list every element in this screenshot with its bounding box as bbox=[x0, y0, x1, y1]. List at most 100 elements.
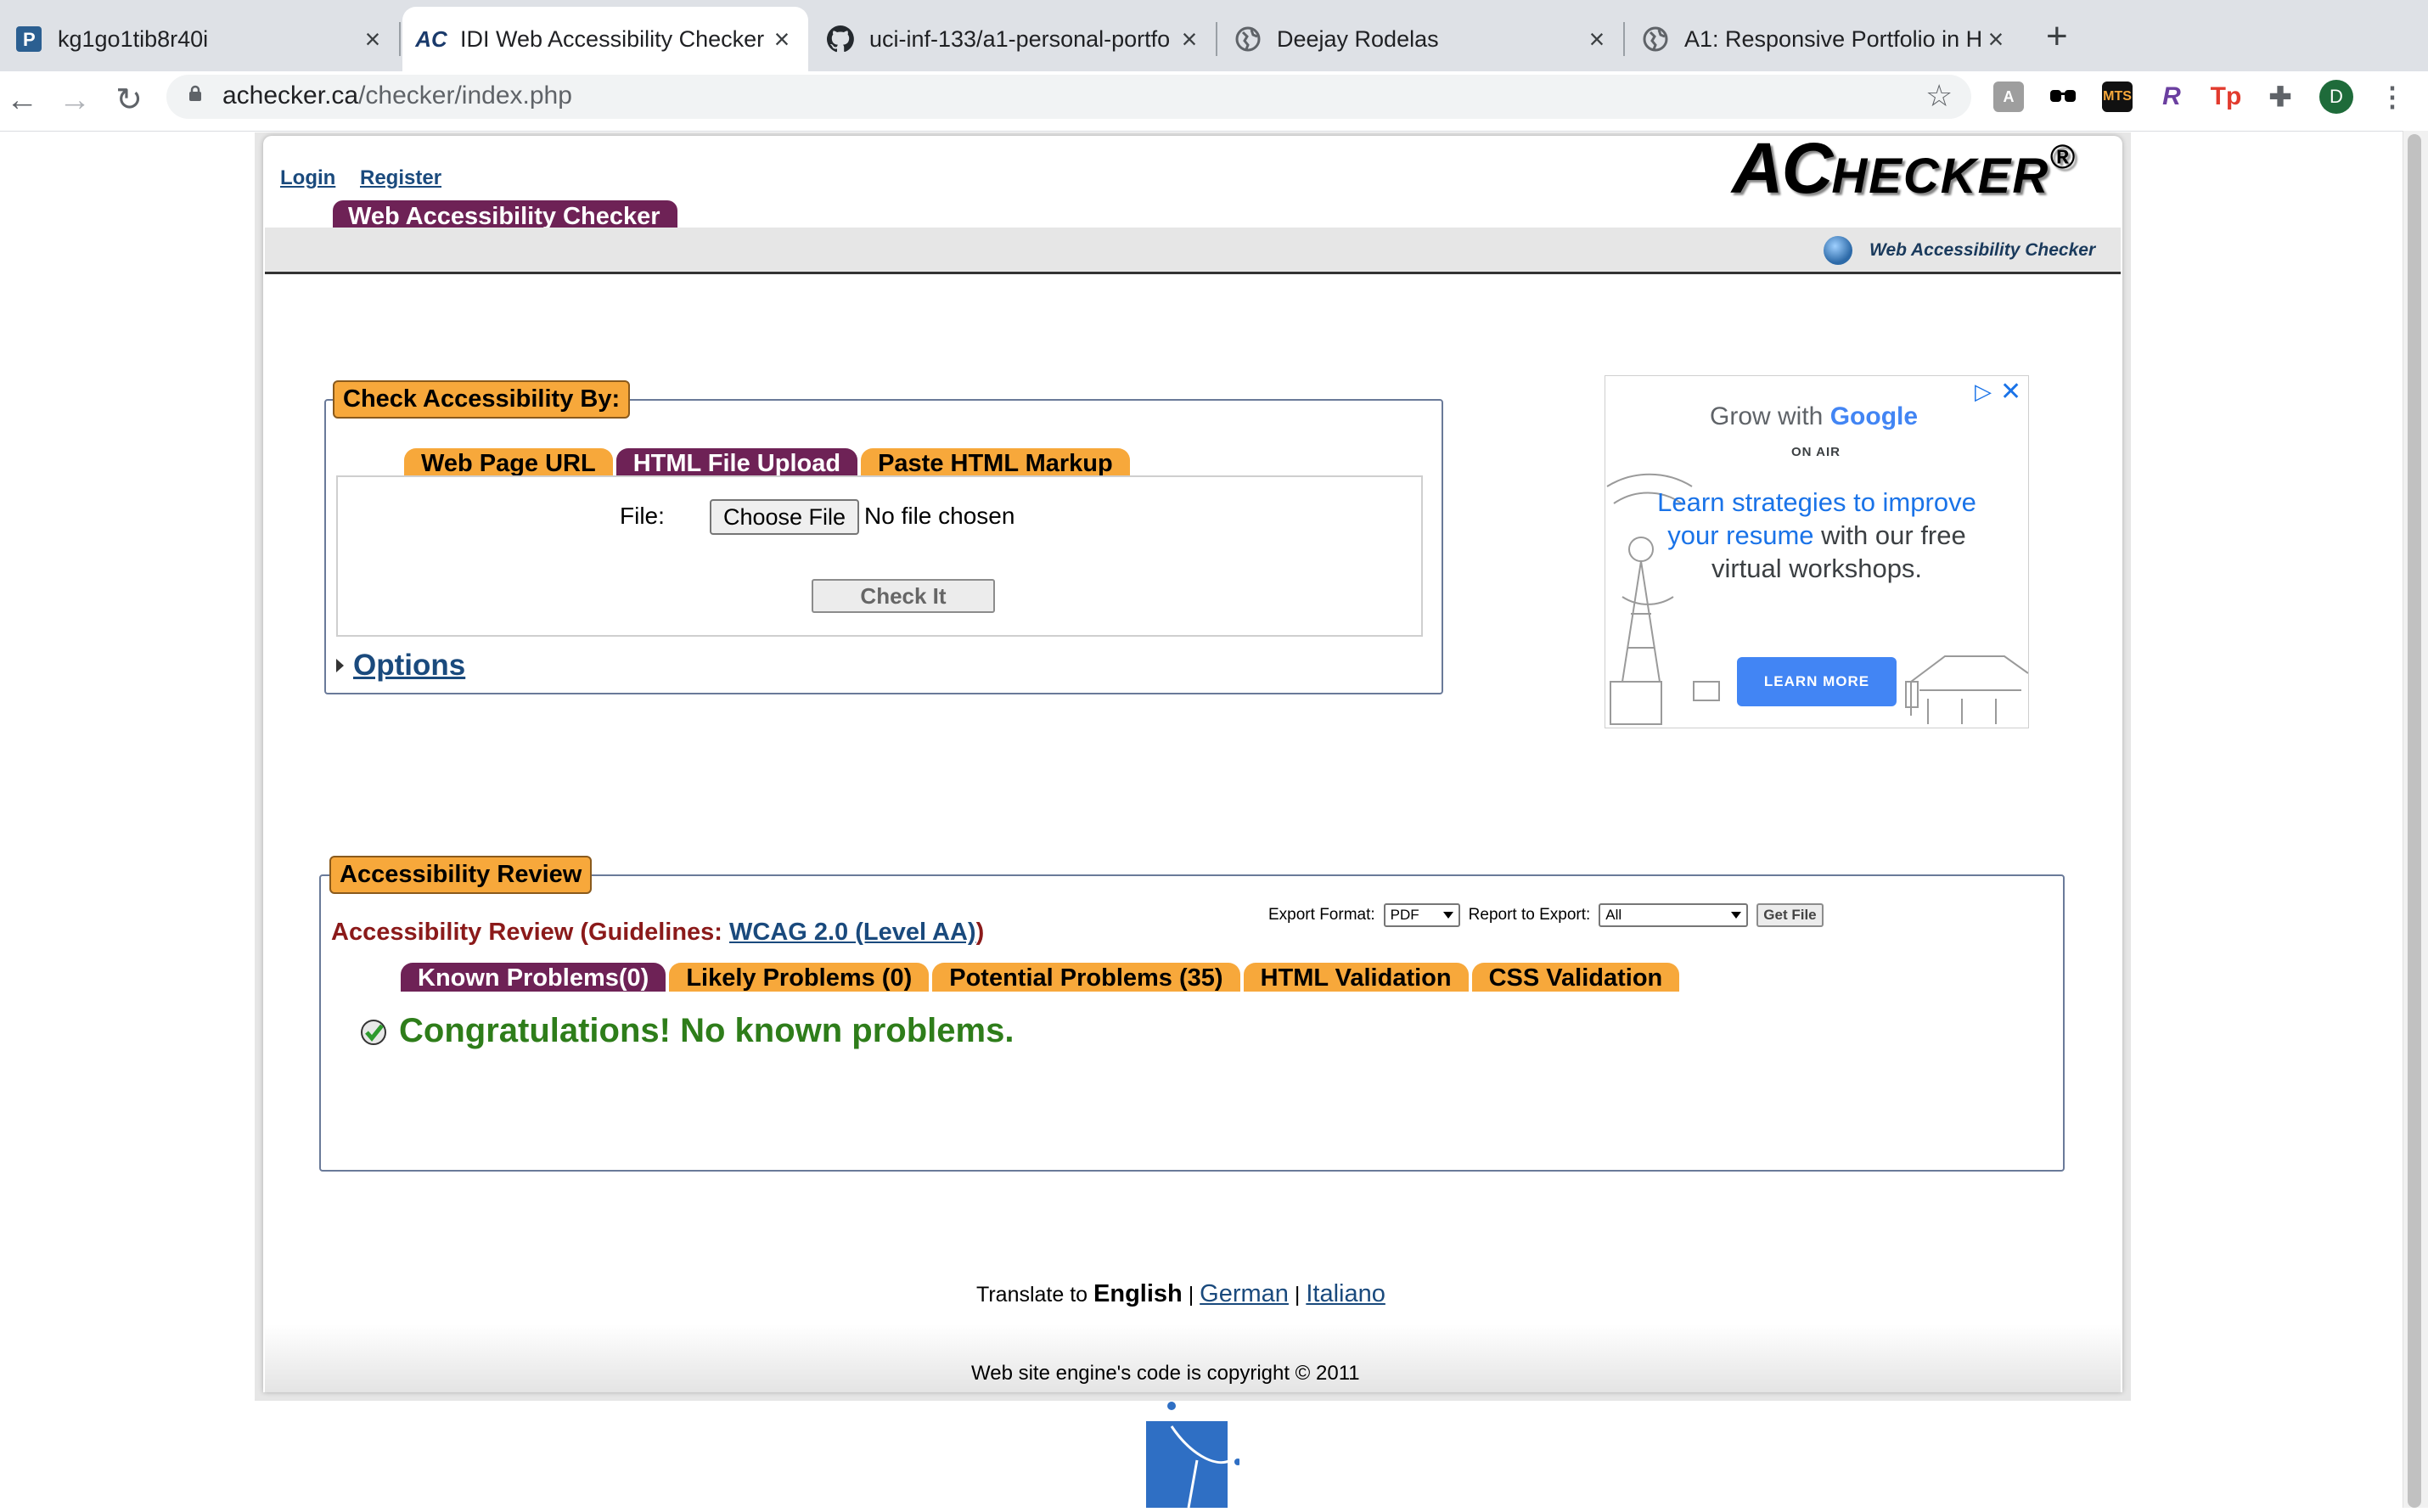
tab-css-validation[interactable]: CSS Validation bbox=[1471, 963, 1680, 992]
star-icon[interactable]: ☆ bbox=[1925, 78, 1953, 114]
tab-divider bbox=[1623, 22, 1625, 56]
logo-reg: ® bbox=[2049, 138, 2075, 176]
tab-title: A1: Responsive Portfolio in HTM bbox=[1684, 25, 1981, 52]
idi-logo bbox=[1138, 1401, 1241, 1509]
tab-potential-problems[interactable]: Potential Problems (35) bbox=[932, 963, 1240, 992]
check-it-button[interactable]: Check It bbox=[812, 579, 995, 613]
register-link[interactable]: Register bbox=[360, 166, 441, 190]
globe-icon bbox=[1234, 25, 1262, 53]
file-label: File: bbox=[620, 503, 665, 529]
review-title-prefix: Accessibility Review (Guidelines: bbox=[331, 919, 729, 946]
forward-icon[interactable]: → bbox=[53, 78, 97, 122]
url-host: achecker.ca bbox=[222, 82, 359, 110]
url-path: /checker/index.php bbox=[358, 82, 572, 110]
globe-icon bbox=[1642, 25, 1669, 53]
avatar[interactable]: D bbox=[2319, 80, 2353, 114]
browser-tab[interactable]: P kg1go1tib8r40i × bbox=[0, 7, 399, 71]
separator: | bbox=[1188, 1283, 1194, 1307]
current-language: English bbox=[1093, 1280, 1183, 1307]
puzzle-icon[interactable]: ✚ bbox=[2265, 82, 2296, 112]
check-legend: Check Accessibility By: bbox=[333, 380, 631, 419]
close-icon[interactable]: × bbox=[767, 25, 796, 53]
get-file-button[interactable]: Get File bbox=[1756, 903, 1824, 927]
guideline-link[interactable]: WCAG 2.0 (Level AA) bbox=[729, 919, 976, 946]
browser-tab[interactable]: uci-inf-133/a1-personal-portfo × bbox=[812, 7, 1216, 71]
close-icon[interactable]: × bbox=[1175, 25, 1204, 53]
tab-title: uci-inf-133/a1-personal-portfo bbox=[869, 25, 1171, 52]
close-icon[interactable]: × bbox=[358, 25, 387, 53]
tp-extension-icon[interactable]: Tp bbox=[2211, 82, 2242, 112]
tab-divider bbox=[1216, 22, 1217, 56]
p-icon: P bbox=[15, 25, 42, 53]
ad-body: Learn strategies to improve your resume … bbox=[1638, 486, 1995, 585]
tab-paste-html-markup[interactable]: Paste HTML Markup bbox=[861, 448, 1130, 477]
close-icon[interactable]: × bbox=[1981, 25, 2010, 53]
tab-web-page-url[interactable]: Web Page URL bbox=[404, 448, 613, 477]
login-link[interactable]: Login bbox=[280, 166, 335, 190]
adchoices-icon[interactable]: ▷ bbox=[1975, 379, 1992, 405]
url-text[interactable]: achecker.ca/checker/index.php bbox=[222, 82, 572, 110]
logo-main: AC bbox=[1732, 128, 1833, 208]
tab-title: kg1go1tib8r40i bbox=[58, 25, 209, 52]
achecker-logo: ACHECKER® bbox=[1732, 127, 2075, 210]
congrats-message: Congratulations! No known problems. bbox=[399, 1012, 1014, 1049]
close-icon[interactable]: ✕ bbox=[2000, 377, 2021, 407]
review-tabs: Known Problems(0) Likely Problems (0) Po… bbox=[401, 963, 1683, 992]
file-status: No file chosen bbox=[864, 503, 1015, 529]
review-legend: Accessibility Review bbox=[329, 856, 593, 894]
tab-divider bbox=[399, 22, 401, 56]
tab-html-file-upload[interactable]: HTML File Upload bbox=[615, 448, 858, 477]
r-extension-icon[interactable]: R bbox=[2156, 82, 2187, 112]
new-tab-icon[interactable]: + bbox=[2046, 15, 2068, 58]
tab-known-problems[interactable]: Known Problems(0) bbox=[401, 963, 666, 992]
menu-icon[interactable]: ⋮ bbox=[2377, 82, 2408, 112]
lock-icon bbox=[188, 85, 202, 102]
header-bar-link[interactable]: Web Accessibility Checker bbox=[1824, 236, 2095, 265]
ad-headline-text: Grow with bbox=[1710, 402, 1830, 430]
github-icon bbox=[827, 25, 854, 53]
site-tab[interactable]: Web Accessibility Checker bbox=[333, 200, 677, 231]
google-logo: Google bbox=[1829, 402, 1919, 430]
check-tabs: Web Page URL HTML File Upload Paste HTML… bbox=[404, 448, 1133, 477]
tab-title: Deejay Rodelas bbox=[1277, 25, 1439, 52]
reload-icon[interactable]: ↻ bbox=[107, 78, 151, 122]
copyright: Web site engine's code is copyright © 20… bbox=[971, 1362, 1360, 1385]
checkmark-icon bbox=[360, 1019, 387, 1046]
review-title: Accessibility Review (Guidelines: WCAG 2… bbox=[331, 919, 984, 947]
browser-tab[interactable]: A1: Responsive Portfolio in HTM × bbox=[1627, 7, 2022, 71]
ad-headline: Grow with Google bbox=[1710, 402, 1918, 431]
header-bar-label: Web Accessibility Checker bbox=[1869, 240, 2096, 260]
browser-tab-active[interactable]: AC IDI Web Accessibility Checker × bbox=[402, 7, 808, 71]
close-icon[interactable]: × bbox=[1582, 25, 1611, 53]
export-controls: Export Format: PDF Report to Export: All… bbox=[1268, 903, 1824, 927]
translate-prefix: Translate to bbox=[976, 1283, 1094, 1307]
extension-icon[interactable]: A bbox=[1993, 82, 2024, 112]
export-format-label: Export Format: bbox=[1268, 906, 1375, 924]
german-link[interactable]: German bbox=[1200, 1280, 1289, 1307]
triangle-right-icon[interactable] bbox=[336, 659, 344, 672]
glasses-icon[interactable] bbox=[2048, 82, 2078, 112]
tab-html-validation[interactable]: HTML Validation bbox=[1243, 963, 1469, 992]
learn-more-button[interactable]: LEARN MORE bbox=[1737, 657, 1897, 706]
options-link[interactable]: Options bbox=[353, 649, 465, 683]
tab-title: IDI Web Accessibility Checker bbox=[460, 25, 765, 52]
logo-rest: HECKER bbox=[1831, 149, 2050, 204]
scrollbar-thumb[interactable] bbox=[2408, 134, 2421, 1508]
mts-extension-icon[interactable]: MTS bbox=[2102, 82, 2133, 112]
browser-tab[interactable]: Deejay Rodelas × bbox=[1219, 7, 1623, 71]
review-title-suffix: ) bbox=[975, 919, 985, 946]
ac-icon: AC bbox=[415, 25, 447, 52]
tab-likely-problems[interactable]: Likely Problems (0) bbox=[669, 963, 930, 992]
back-icon[interactable]: ← bbox=[0, 78, 44, 122]
page-container bbox=[263, 136, 2122, 1392]
translate-bar: Translate to English | German | Italiano bbox=[976, 1280, 1385, 1308]
choose-file-button[interactable]: Choose File bbox=[710, 499, 859, 535]
ad-subheadline: ON AIR bbox=[1791, 445, 1841, 459]
italiano-link[interactable]: Italiano bbox=[1306, 1280, 1385, 1307]
report-select[interactable]: All bbox=[1599, 903, 1749, 927]
report-label: Report to Export: bbox=[1468, 906, 1591, 924]
separator: | bbox=[1294, 1283, 1301, 1307]
globe-icon bbox=[1824, 236, 1852, 265]
export-format-select[interactable]: PDF bbox=[1383, 903, 1460, 927]
svg-text:P: P bbox=[23, 29, 36, 50]
